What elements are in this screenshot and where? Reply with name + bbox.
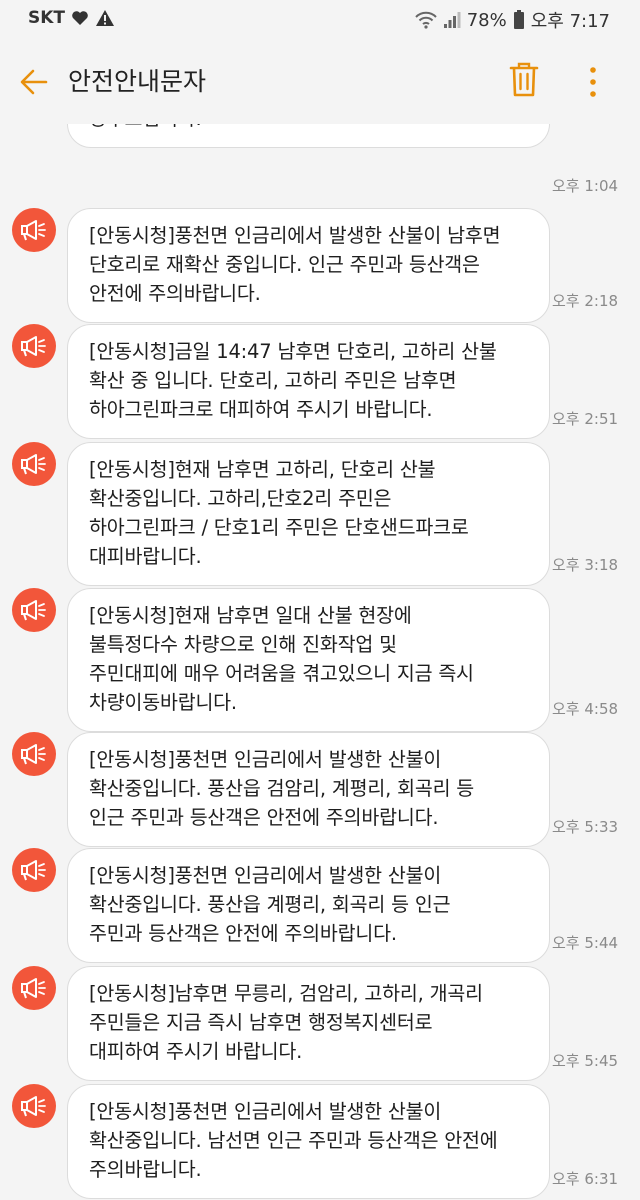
message-time: 오후 5:44: [552, 934, 619, 952]
message-bubble[interactable]: [안동시청]풍천면 인금리에서 발생한 산불이 확산중입니다. 남선면 인근 주…: [67, 1084, 550, 1199]
more-vertical-icon: [590, 67, 596, 97]
sender-avatar: [12, 324, 56, 368]
message-time: 오후 2:18: [552, 292, 619, 310]
sender-avatar: [12, 1084, 56, 1128]
megaphone-icon: [21, 860, 46, 881]
status-bar: SKT 78% 오후 7:17: [0, 0, 640, 40]
sender-avatar: [12, 732, 56, 776]
warning-icon: [96, 10, 115, 26]
message-time: 오후 6:31: [552, 1170, 619, 1188]
sender-avatar: [12, 966, 56, 1010]
clock: 오후 7:17: [530, 11, 610, 32]
megaphone-icon: [21, 600, 46, 621]
message-bubble[interactable]: [안동시청]풍천면 인금리에서 발생한 산불이 확산중입니다. 풍산읍 검암리,…: [67, 732, 550, 847]
megaphone-icon: [21, 220, 46, 241]
signal-icon: [443, 12, 461, 28]
megaphone-icon: [21, 336, 46, 357]
message-bubble[interactable]: [안동시청]현재 남후면 고하리, 단호리 산불 확산중입니다. 고하리,단호2…: [67, 442, 550, 586]
message-bubble[interactable]: [안동시청]금일 14:47 남후면 단호리, 고하리 산불 확산 중 입니다.…: [67, 324, 550, 439]
heart-icon: [72, 11, 88, 25]
sender-avatar: [12, 848, 56, 892]
message-bubble[interactable]: [안동시청]현재 남후면 일대 산불 현장에 불특정다수 차량으로 인해 진화작…: [67, 588, 550, 732]
more-options-button[interactable]: [578, 64, 608, 100]
message-time: 오후 1:04: [552, 177, 619, 195]
megaphone-icon: [21, 744, 46, 765]
megaphone-icon: [21, 1096, 46, 1117]
back-button[interactable]: [18, 66, 50, 98]
battery-icon: [513, 10, 524, 29]
message-time: 오후 2:51: [552, 410, 619, 428]
message-bubble[interactable]: 있습니다. 마스크착용, 외출·모임·집회 자제를 당부드립니다.: [67, 124, 550, 148]
megaphone-icon: [21, 978, 46, 999]
sender-avatar: [12, 442, 56, 486]
wifi-icon: [415, 11, 437, 29]
carrier-group: SKT: [28, 8, 115, 28]
message-time: 오후 3:18: [552, 556, 619, 574]
message-bubble[interactable]: [안동시청]남후면 무릉리, 검암리, 고하리, 개곡리 주민들은 지금 즉시 …: [67, 966, 550, 1081]
carrier-label: SKT: [28, 8, 66, 28]
page-title: 안전안내문자: [68, 67, 207, 96]
delete-button[interactable]: [508, 62, 540, 98]
message-list[interactable]: 있습니다. 마스크착용, 외출·모임·집회 자제를 당부드립니다. 오후 1:0…: [0, 124, 640, 1200]
status-right: 78% 오후 7:17: [415, 7, 610, 33]
battery-percent: 78%: [466, 9, 507, 31]
sender-avatar: [12, 208, 56, 252]
megaphone-icon: [21, 454, 46, 475]
sender-avatar: [12, 588, 56, 632]
app-bar: 안전안내문자: [0, 40, 640, 124]
arrow-left-icon: [20, 69, 48, 95]
message-time: 오후 4:58: [552, 700, 619, 718]
message-time: 오후 5:33: [552, 818, 619, 836]
message-bubble[interactable]: [안동시청]풍천면 인금리에서 발생한 산불이 남후면 단호리로 재확산 중입니…: [67, 208, 550, 323]
message-bubble[interactable]: [안동시청]풍천면 인금리에서 발생한 산불이 확산중입니다. 풍산읍 계평리,…: [67, 848, 550, 963]
trash-icon: [509, 62, 539, 97]
message-time: 오후 5:45: [552, 1052, 619, 1070]
